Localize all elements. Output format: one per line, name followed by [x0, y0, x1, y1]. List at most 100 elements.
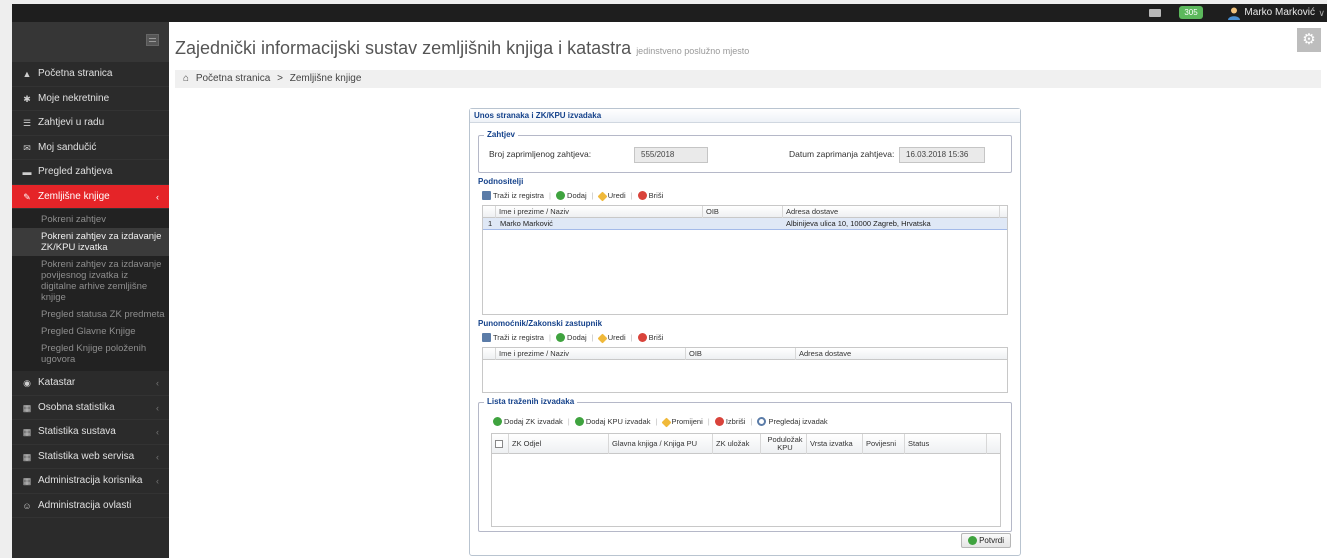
- mail-icon[interactable]: [1149, 9, 1161, 17]
- grid-header-naziv[interactable]: Ime i prezime / Naziv: [495, 348, 685, 360]
- dodaj-zk-izvadak-button[interactable]: Dodaj ZK izvadak: [493, 415, 563, 429]
- sidebar-item-zahtjevi-u-radu[interactable]: ☰ Zahtjevi u radu: [12, 111, 169, 136]
- toolbar-separator: |: [750, 417, 753, 426]
- select-all-checkbox[interactable]: [495, 440, 503, 448]
- user-name[interactable]: Marko Marković: [1244, 6, 1315, 20]
- trazi-iz-registra-button[interactable]: Traži iz registra: [482, 189, 544, 203]
- grid-header-zk-odjel[interactable]: ZK Odjel: [508, 434, 608, 454]
- grid-header-oib[interactable]: OIB: [685, 348, 795, 360]
- sidebar-item-nekretnine[interactable]: ✱ Moje nekretnine: [12, 87, 169, 111]
- grid-header-zk-ulozak[interactable]: ZK uložak: [712, 434, 760, 454]
- chevron-left-icon: ‹: [156, 378, 159, 388]
- chart-icon: ▦: [22, 402, 32, 413]
- chart-icon: ▦: [22, 476, 32, 486]
- toolbar-separator: |: [655, 417, 658, 426]
- submenu-pokreni-zk-kpu[interactable]: Pokreni zahtjev za izdavanje ZK/KPU izva…: [12, 228, 169, 256]
- list-icon: ☰: [22, 118, 32, 128]
- potvrdi-button[interactable]: Potvrdi: [961, 533, 1011, 548]
- promijeni-button[interactable]: Promijeni: [661, 415, 703, 429]
- toolbar-separator: |: [591, 333, 594, 342]
- app-frame: 305 Marko Marković ∨ ▲ Početna stranica …: [12, 4, 1327, 558]
- sidebar-item-pregled-zahtjeva[interactable]: ▬ Pregled zahtjeva: [12, 160, 169, 185]
- sidebar-item-pocetna[interactable]: ▲ Početna stranica: [12, 62, 169, 87]
- button-label: Potvrdi: [979, 536, 1004, 545]
- dodaj-button[interactable]: Dodaj: [556, 189, 587, 203]
- grid-header-podulozak[interactable]: Poduložak KPU: [760, 434, 806, 454]
- arrow-up-icon: ▲: [22, 69, 32, 79]
- brisi-button[interactable]: Briši: [637, 331, 664, 345]
- submenu-zemljisne-knjige: Pokreni zahtjev Pokreni zahtjev za izdav…: [12, 209, 169, 371]
- grid-header-adresa[interactable]: Adresa dostave: [795, 348, 1007, 360]
- grid-header-filler: [986, 434, 1000, 454]
- brisi-button[interactable]: Briši: [637, 189, 663, 203]
- button-label: Pregledaj izvadak: [768, 417, 828, 426]
- uredi-button[interactable]: Uredi: [597, 331, 626, 345]
- sidebar-item-katastar[interactable]: ◉ Katastar ‹: [12, 371, 169, 396]
- submenu-pokreni-zahtjev[interactable]: Pokreni zahtjev: [12, 211, 169, 228]
- grid-header-naziv[interactable]: Ime i prezime / Naziv: [495, 206, 702, 218]
- grid-header-adresa[interactable]: Adresa dostave: [782, 206, 999, 218]
- toolbar-punomocnik: Traži iz registra | Dodaj | Uredi | Briši: [482, 331, 665, 345]
- users-icon: ☺: [22, 500, 32, 511]
- book-icon: [482, 333, 491, 342]
- submenu-knjiga-ugovora[interactable]: Pregled Knjige položenih ugovora: [12, 340, 169, 368]
- trazi-iz-registra-button[interactable]: Traži iz registra: [482, 331, 544, 345]
- breadcrumb-current: Zemljišne knjige: [289, 73, 362, 84]
- page-title: Zajednički informacijski sustav zemljišn…: [175, 38, 749, 59]
- grid-header-rownum: [483, 206, 495, 218]
- button-label: Dodaj: [567, 191, 587, 200]
- grid-header-checkbox: [492, 434, 508, 454]
- dialog-unos-stranaka: Unos stranaka i ZK/KPU izvadaka Zahtjev …: [469, 108, 1021, 556]
- grid-header-vrsta-izvatka[interactable]: Vrsta izvatka: [806, 434, 862, 454]
- uredi-button[interactable]: Uredi: [597, 189, 626, 203]
- sidebar-item-admin-korisnika[interactable]: ▦ Administracija korisnika ‹: [12, 469, 169, 494]
- delete-icon: [637, 191, 647, 200]
- section-podnositelji-title: Podnositelji: [478, 177, 524, 186]
- row-naziv: Marko Marković: [500, 219, 553, 228]
- table-row[interactable]: 1 Marko Marković Albinijeva ulica 10, 10…: [483, 218, 1007, 230]
- grid-header-status[interactable]: Status: [904, 434, 986, 454]
- grid-header-povijesni[interactable]: Povijesni: [862, 434, 904, 454]
- sidebar-item-label: Početna stranica: [38, 68, 113, 79]
- chevron-down-icon[interactable]: ∨: [1318, 6, 1325, 20]
- submenu-glavna-knjiga[interactable]: Pregled Glavne Knjige: [12, 323, 169, 340]
- gear-icon[interactable]: ⚙: [1297, 28, 1321, 52]
- toolbar-podnositelji: Traži iz registra | Dodaj | Uredi | Briši: [482, 189, 665, 203]
- toolbar-izvadci: Dodaj ZK izvadak | Dodaj KPU izvadak | Pro…: [493, 415, 830, 429]
- page-title-text: Zajednički informacijski sustav zemljišn…: [175, 38, 632, 58]
- chart-icon: ▦: [22, 451, 32, 462]
- dodaj-kpu-izvadak-button[interactable]: Dodaj KPU izvadak: [574, 415, 650, 429]
- submenu-pregled-statusa[interactable]: Pregled statusa ZK predmeta: [12, 306, 169, 323]
- main-content: Zajednički informacijski sustav zemljišn…: [169, 22, 1327, 558]
- breadcrumb-home[interactable]: Početna stranica: [196, 73, 271, 84]
- section-punomocnik-title: Punomoćnik/Zakonski zastupnik: [478, 319, 603, 328]
- menu-toggle-icon[interactable]: [146, 34, 159, 46]
- sidebar-item-statistika-sustava[interactable]: ▦ Statistika sustava ‹: [12, 420, 169, 445]
- wrench-icon: ✎: [23, 191, 31, 202]
- submenu-povijesni-izvadak[interactable]: Pokreni zahtjev za izdavanje povijesnog …: [12, 256, 169, 306]
- izbrisi-button[interactable]: Izbriši: [714, 415, 745, 429]
- dodaj-button[interactable]: Dodaj: [556, 331, 587, 345]
- sidebar-item-zemljisne-knjige[interactable]: ✎ Zemljišne knjige ‹: [12, 184, 169, 209]
- broj-zahtjeva-field[interactable]: 555/2018: [634, 147, 708, 163]
- button-label: Uredi: [607, 333, 626, 342]
- notification-badge[interactable]: 305: [1179, 6, 1203, 19]
- sidebar-item-admin-ovlasti[interactable]: ☺ Administracija ovlasti: [12, 494, 169, 518]
- grid-header-glavna-knjiga[interactable]: Glavna knjiga / Knjiga PU: [608, 434, 712, 454]
- sidebar-item-sanducic[interactable]: ✉ Moj sandučić: [12, 136, 169, 160]
- pregledaj-izvadak-button[interactable]: Pregledaj izvadak: [757, 415, 828, 429]
- grid-header-filler: [999, 206, 1007, 218]
- sidebar-item-statistika-web-servisa[interactable]: ▦ Statistika web servisa ‹: [12, 445, 169, 469]
- sidebar-item-osobna-statistika[interactable]: ▦ Osobna statistika ‹: [12, 396, 169, 420]
- button-label: Traži iz registra: [493, 191, 544, 200]
- user-avatar-icon[interactable]: [1227, 6, 1241, 20]
- sidebar-header: [12, 22, 169, 62]
- pencil-icon: [661, 417, 671, 428]
- grid-header-oib[interactable]: OIB: [702, 206, 782, 218]
- datum-zaprimanja-field[interactable]: 16.03.2018 15:36: [899, 147, 985, 163]
- button-label: Briši: [648, 333, 664, 342]
- chevron-left-icon: ‹: [156, 402, 159, 413]
- add-icon: [556, 333, 566, 342]
- sidebar-item-label: Statistika web servisa: [38, 450, 135, 462]
- chevron-left-icon: ‹: [156, 451, 159, 462]
